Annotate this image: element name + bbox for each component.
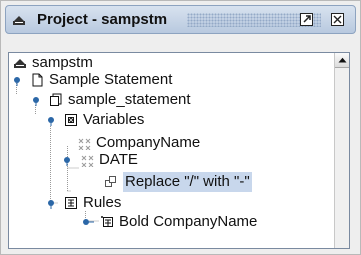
collapse-handle-icon[interactable]	[61, 153, 75, 167]
chevron-up-icon	[338, 57, 346, 63]
project-icon	[13, 56, 27, 70]
expand-handle-icon[interactable]	[81, 215, 95, 229]
tree-row-replace[interactable]: Replace "/" with "-"	[104, 172, 252, 192]
collapse-handle-icon[interactable]	[45, 113, 59, 127]
variable-icon	[77, 136, 91, 150]
project-window: Project - sampstm sampstm Sample Stateme…	[0, 0, 361, 255]
tree-label-bold-company-name: Bold CompanyName	[119, 213, 258, 230]
copy-icon	[49, 93, 63, 107]
tree-label-sample-statement-file: sample_statement	[68, 91, 191, 108]
collapse-handle-icon[interactable]	[11, 73, 25, 87]
tree-label-date: DATE	[99, 151, 138, 168]
vertical-scrollbar[interactable]	[334, 53, 349, 248]
tree-label-sample-statement: Sample Statement	[49, 71, 173, 88]
scroll-up-button[interactable]	[335, 53, 349, 68]
tree-row-sample-statement[interactable]: Sample Statement	[11, 70, 172, 90]
document-icon	[30, 73, 44, 87]
project-tree-panel[interactable]: sampstm Sample Statement sample_statemen…	[8, 52, 350, 249]
undock-icon[interactable]	[299, 12, 314, 27]
title-content: Project - sampstm	[12, 6, 167, 33]
tree-label-variables: Variables	[83, 111, 145, 128]
tree-row-bold-company-name[interactable]: Bold CompanyName	[81, 212, 257, 232]
tree-row-date[interactable]: DATE	[61, 150, 138, 170]
rule-icon	[100, 215, 114, 229]
tree-label-rules: Rules	[83, 194, 122, 211]
collapse-handle-icon[interactable]	[45, 196, 59, 210]
variable-icon	[80, 153, 94, 167]
tree-row-rules[interactable]: Rules	[45, 193, 121, 213]
project-icon	[12, 13, 26, 27]
window-title: Project - sampstm	[37, 11, 168, 28]
replace-icon	[104, 175, 118, 189]
title-bar[interactable]: Project - sampstm	[5, 5, 356, 34]
tree-row-variables[interactable]: Variables	[45, 110, 144, 130]
rules-icon	[64, 196, 78, 210]
tree-row-sample-statement-file[interactable]: sample_statement	[30, 90, 191, 110]
variables-icon	[64, 113, 78, 127]
close-icon[interactable]	[330, 12, 345, 27]
tree-label-replace: Replace "/" with "-"	[123, 172, 252, 192]
collapse-handle-icon[interactable]	[30, 93, 44, 107]
